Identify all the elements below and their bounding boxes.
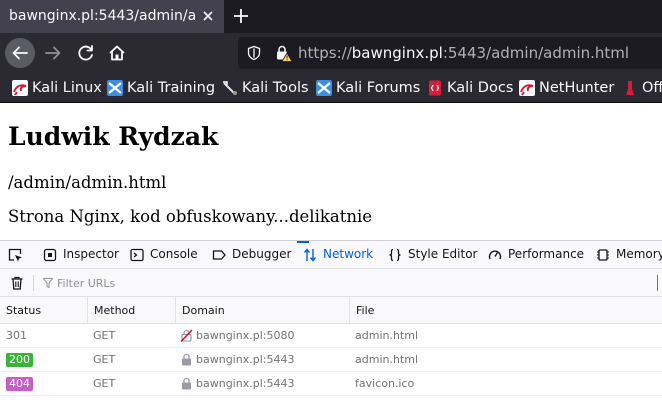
kali-tools-icon <box>223 81 237 95</box>
table-row[interactable]: 404 GET bawnginx.pl:5443 favicon.ico <box>0 372 662 396</box>
bookmark-label: Kali Tools <box>242 80 309 96</box>
toolbar-divider <box>33 275 34 291</box>
table-header: Status Method Domain File <box>0 297 662 324</box>
url-path: :5443/admin/admin.html <box>442 44 630 62</box>
status-code: 301 <box>6 329 27 342</box>
tab-label: Inspector <box>63 247 119 261</box>
devtools-tabbar: Inspector Console Debugger Network Style… <box>0 241 662 269</box>
file-cell: favicon.ico <box>355 377 415 390</box>
tab-strip: bawnginx.pl:5443/admin/admin.html <box>0 0 662 33</box>
toolbar-divider <box>657 275 658 291</box>
status-badge: 200 <box>6 353 33 367</box>
tab-label: Console <box>150 247 198 261</box>
tab-label: Style Editor <box>408 247 478 261</box>
bookmark-label: NetHunter <box>539 80 615 96</box>
debugger-icon <box>212 250 226 260</box>
bookmark-label: Kali Training <box>127 80 216 96</box>
status-cell: 301 <box>0 324 87 347</box>
bookmark-label: Kali Forums <box>336 80 421 96</box>
bookmarks-toolbar: Kali Linux Kali Training Kali Tools Kali… <box>0 73 662 103</box>
bookmark-label: Kali Docs <box>447 80 514 96</box>
table-row[interactable]: 200 GET bawnginx.pl:5443 admin.html <box>0 348 662 372</box>
lock-warning-icon[interactable] <box>274 44 292 62</box>
url-host: bawnginx.pl <box>351 44 443 62</box>
table-row[interactable]: 301 GET bawnginx.pl:5080 admin.html <box>0 324 662 348</box>
page-description: Strona Nginx, kod obfuskowany...delikatn… <box>8 207 372 226</box>
tab-label: Debugger <box>232 247 292 261</box>
page-heading: Ludwik Rydzak <box>8 122 219 151</box>
close-tab-icon[interactable] <box>200 8 216 24</box>
filter-icon <box>43 278 53 288</box>
bookmark-label: Off <box>642 80 662 96</box>
insecure-lock-icon <box>180 329 193 342</box>
tab-label: Performance <box>508 247 585 261</box>
method-cell: GET <box>93 377 116 390</box>
url-text: https://bawnginx.pl:5443/admin/admin.htm… <box>298 37 629 69</box>
status-cell: 200 <box>0 348 87 371</box>
status-cell: 404 <box>0 372 87 395</box>
nethunter-icon <box>519 80 535 96</box>
domain-text: bawnginx.pl:5080 <box>196 329 295 342</box>
column-header-method[interactable]: Method <box>87 297 175 323</box>
tab-title: bawnginx.pl:5443/admin/admin.html <box>9 8 195 24</box>
column-header-file[interactable]: File <box>349 297 662 323</box>
network-filter-bar <box>0 269 662 297</box>
filter-urls-input[interactable] <box>57 274 617 292</box>
offsec-icon <box>626 81 634 95</box>
tracking-protection-shield-icon[interactable] <box>246 45 262 61</box>
url-scheme: https:// <box>298 44 352 62</box>
trash-icon[interactable] <box>9 275 25 291</box>
tab-label: Memory <box>616 247 662 261</box>
method-cell: GET <box>93 329 116 342</box>
forward-button-icon[interactable] <box>38 38 68 68</box>
file-cell: admin.html <box>355 329 419 342</box>
kali-forums-icon <box>316 80 332 96</box>
network-icon <box>303 248 317 262</box>
reload-icon[interactable] <box>71 38 101 68</box>
page-path-text: /admin/admin.html <box>8 173 167 192</box>
domain-text: bawnginx.pl:5443 <box>196 377 295 390</box>
navigation-toolbar: https://bawnginx.pl:5443/admin/admin.htm… <box>0 33 662 73</box>
performance-icon <box>488 250 502 260</box>
domain-cell: bawnginx.pl:5080 <box>175 324 350 347</box>
domain-cell: bawnginx.pl:5443 <box>175 372 350 395</box>
method-cell: GET <box>93 353 116 366</box>
column-header-status[interactable]: Status <box>0 297 87 323</box>
console-icon <box>130 248 144 262</box>
kali-training-icon <box>107 80 123 96</box>
file-cell: admin.html <box>355 353 419 366</box>
kali-dragon-icon <box>12 80 28 96</box>
new-tab-icon[interactable] <box>230 5 252 27</box>
inspector-icon <box>43 248 57 262</box>
style-editor-icon <box>389 248 401 262</box>
element-picker-icon[interactable] <box>7 247 23 263</box>
back-button-icon[interactable] <box>5 38 35 68</box>
browser-tab[interactable]: bawnginx.pl:5443/admin/admin.html <box>0 0 224 33</box>
devtools-panel: Inspector Console Debugger Network Style… <box>0 240 662 417</box>
home-icon[interactable] <box>102 38 132 68</box>
tab-label: Network <box>323 247 374 261</box>
kali-docs-icon <box>429 80 441 96</box>
domain-text: bawnginx.pl:5443 <box>196 353 295 366</box>
lock-icon <box>182 353 191 366</box>
domain-cell: bawnginx.pl:5443 <box>175 348 350 371</box>
column-header-domain[interactable]: Domain <box>175 297 350 323</box>
lock-icon <box>182 377 191 390</box>
status-badge: 404 <box>6 377 33 391</box>
page-content: Ludwik Rydzak /admin/admin.html Strona N… <box>0 104 662 240</box>
address-bar[interactable]: https://bawnginx.pl:5443/admin/admin.htm… <box>238 37 662 69</box>
memory-icon <box>597 249 609 261</box>
bookmark-label: Kali Linux <box>32 80 102 96</box>
